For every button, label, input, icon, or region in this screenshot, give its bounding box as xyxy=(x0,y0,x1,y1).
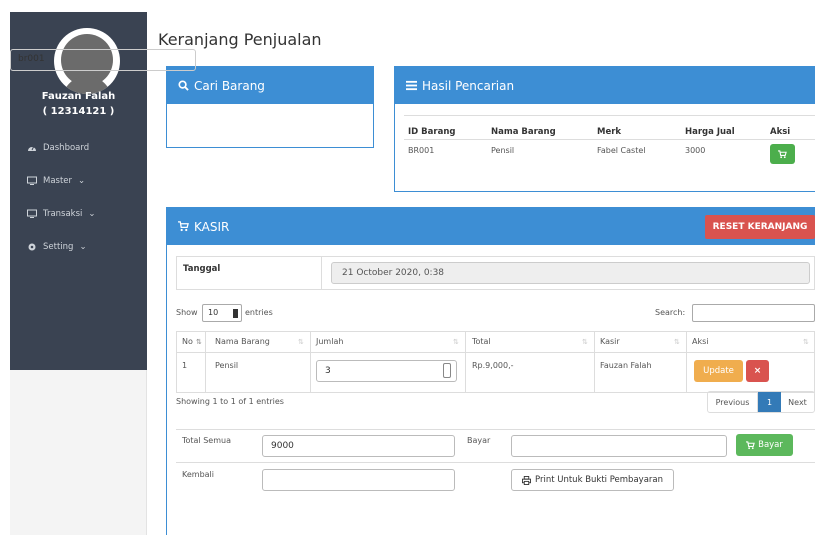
sort-icon: ⇅ xyxy=(298,338,304,346)
table-cell: Fauzan Falah xyxy=(600,361,652,370)
sort-icon: ⇅ xyxy=(803,338,809,346)
table-info: Showing 1 to 1 of 1 entries xyxy=(176,397,284,406)
table-cell: 1 xyxy=(182,361,188,370)
sidebar-item-master[interactable]: Master ⌄ xyxy=(27,176,85,186)
total-label: Total Semua xyxy=(182,436,231,445)
chevron-down-icon: ⌄ xyxy=(88,209,96,219)
table-cell: 3000 xyxy=(685,146,706,155)
divider xyxy=(404,139,815,140)
column-header[interactable]: Jumlah xyxy=(316,337,343,346)
results-panel-title: Hasil Pencarian xyxy=(422,78,515,93)
add-to-cart-button[interactable] xyxy=(770,144,795,164)
next-page-button[interactable]: Next xyxy=(781,392,814,412)
search-panel: Cari Barang xyxy=(166,66,374,148)
sidebar-item-transaksi[interactable]: Transaksi ⌄ xyxy=(27,209,96,219)
sort-icon: ⇅ xyxy=(453,338,459,346)
table-cell: BR001 xyxy=(408,146,435,155)
quantity-stepper[interactable] xyxy=(443,363,451,378)
user-name: Fauzan Falah xyxy=(41,91,116,102)
divider xyxy=(176,429,815,430)
print-icon xyxy=(521,475,531,485)
column-header[interactable]: Nama Barang xyxy=(215,337,270,346)
divider xyxy=(321,256,322,290)
desktop-icon xyxy=(27,176,37,185)
search-panel-heading: Cari Barang xyxy=(167,67,373,104)
sidebar-item-label: Master xyxy=(43,176,73,186)
update-button[interactable]: Update xyxy=(694,360,743,382)
entries-value: 10 xyxy=(208,308,219,317)
caret-down-icon xyxy=(233,309,238,318)
divider xyxy=(686,331,687,393)
show-label: Show xyxy=(176,308,198,317)
list-icon xyxy=(406,80,417,91)
pay-button[interactable]: Bayar xyxy=(736,434,793,456)
page-1-button[interactable]: 1 xyxy=(758,392,781,412)
desktop-icon xyxy=(27,209,37,218)
sidebar-item-setting[interactable]: Setting ⌄ xyxy=(27,242,87,252)
column-header: ID Barang xyxy=(408,127,456,137)
cashier-panel-title: KASIR xyxy=(194,219,230,234)
previous-page-button[interactable]: Previous xyxy=(708,392,758,412)
sort-icon: ⇅ xyxy=(674,338,680,346)
table-cell: Fabel Castel xyxy=(597,146,646,155)
app-window: Fauzan Falah ( 12314121 ) Dashboard Mast… xyxy=(0,0,815,535)
page-title: Keranjang Penjualan xyxy=(158,30,322,49)
sidebar-item-label: Dashboard xyxy=(43,143,90,153)
chevron-down-icon: ⌄ xyxy=(78,176,86,186)
pagination: Previous 1 Next xyxy=(707,391,815,413)
table-cell: Rp.9,000,- xyxy=(472,361,514,370)
column-header: Aksi xyxy=(770,127,791,137)
divider xyxy=(176,462,815,463)
date-field: 21 October 2020, 0:38 xyxy=(331,262,810,284)
table-cell: Pensil xyxy=(215,361,239,370)
entries-select[interactable]: 10 xyxy=(202,304,242,322)
divider xyxy=(594,331,595,393)
cart-icon xyxy=(178,221,189,232)
column-header[interactable]: Aksi xyxy=(692,337,709,346)
sidebar-item-label: Setting xyxy=(43,242,74,252)
column-header[interactable]: No xyxy=(182,337,193,346)
dashboard-icon xyxy=(28,145,36,151)
gear-icon xyxy=(28,243,36,251)
sidebar-item-dashboard[interactable]: Dashboard xyxy=(27,143,89,153)
divider xyxy=(310,331,311,393)
user-id: ( 12314121 ) xyxy=(42,106,115,117)
sidebar-item-label: Transaksi xyxy=(43,209,83,219)
reset-cart-button[interactable]: RESET KERANJANG xyxy=(705,215,815,239)
entries-label: entries xyxy=(245,308,273,317)
search-label: Search: xyxy=(655,308,686,317)
search-input[interactable]: br001 xyxy=(10,49,196,71)
pay-button-label: Bayar xyxy=(758,440,783,450)
divider xyxy=(205,331,206,393)
quantity-input[interactable]: 3 xyxy=(316,360,457,382)
divider xyxy=(465,331,466,393)
print-button-label: Print Untuk Bukti Pembayaran xyxy=(534,475,663,485)
divider xyxy=(404,115,815,116)
column-header: Merk xyxy=(597,127,622,137)
total-field[interactable]: 9000 xyxy=(262,435,455,457)
cart-icon xyxy=(746,440,755,449)
column-header: Harga Jual xyxy=(685,127,735,137)
column-header[interactable]: Total xyxy=(472,337,491,346)
sort-icon: ⇅ xyxy=(196,338,202,346)
date-label: Tanggal xyxy=(183,264,221,274)
chevron-down-icon: ⌄ xyxy=(79,242,87,252)
payment-input[interactable] xyxy=(511,435,727,457)
column-header: Nama Barang xyxy=(491,127,556,137)
search-icon xyxy=(178,80,189,91)
results-panel-heading: Hasil Pencarian xyxy=(395,67,815,104)
cart-icon xyxy=(778,149,787,158)
bayar-label: Bayar xyxy=(467,436,491,445)
sort-icon: ⇅ xyxy=(582,338,588,346)
divider xyxy=(176,352,815,353)
column-header[interactable]: Kasir xyxy=(600,337,620,346)
change-field[interactable] xyxy=(262,469,455,491)
table-search-input[interactable] xyxy=(692,304,815,322)
search-panel-title: Cari Barang xyxy=(194,78,265,93)
sidebar-filler xyxy=(10,370,147,535)
print-receipt-button[interactable]: Print Untuk Bukti Pembayaran xyxy=(511,469,674,491)
table-cell: Pensil xyxy=(491,146,515,155)
kembali-label: Kembali xyxy=(182,470,214,479)
delete-button[interactable]: × xyxy=(746,360,769,382)
